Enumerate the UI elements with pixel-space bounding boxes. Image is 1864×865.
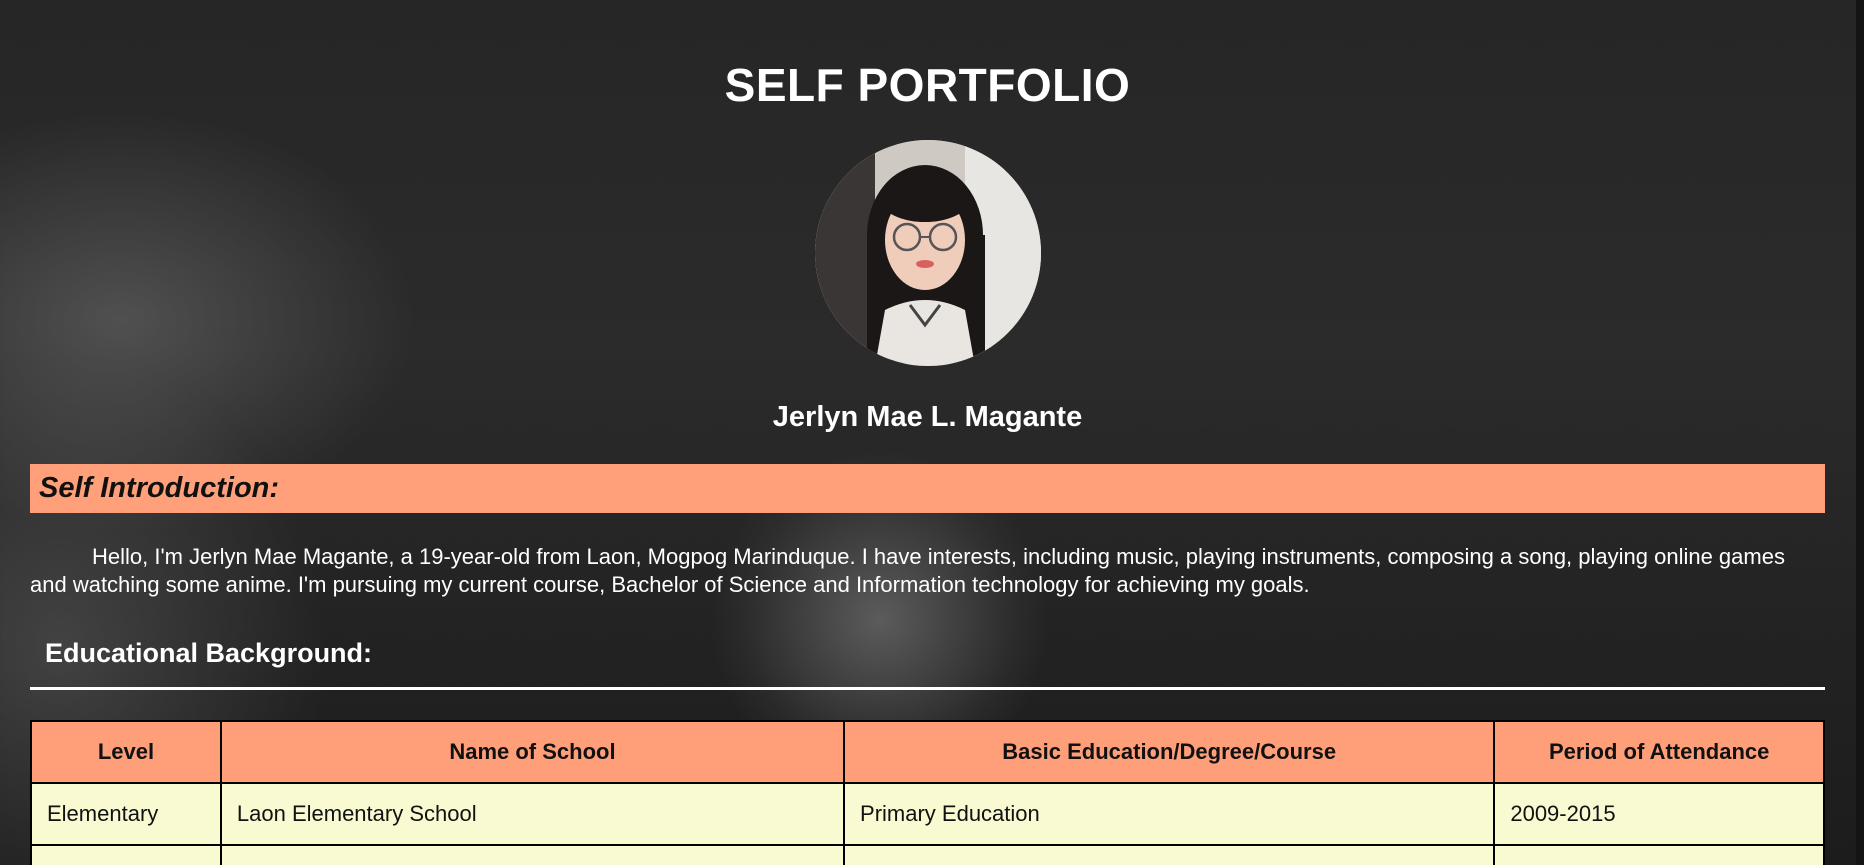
table-cell: 2009-2015: [1493, 782, 1825, 846]
table-row: Elementary Laon Elementary School Primar…: [30, 782, 1825, 846]
educational-background-heading: Educational Background:: [45, 638, 373, 668]
education-table: Level Name of School Basic Education/Deg…: [30, 720, 1825, 865]
table-row: [30, 844, 1825, 865]
table-cell: [843, 844, 1496, 865]
profile-photo: [814, 140, 1041, 366]
portfolio-page: SELF PORTFOLIO Jerlyn Mae L. Magante Sel…: [30, 0, 1825, 865]
table-header-row: Level Name of School Basic Education/Deg…: [30, 720, 1825, 784]
column-header-level: Level: [30, 720, 222, 784]
scrollbar[interactable]: [1856, 0, 1864, 865]
section-divider: [30, 687, 1825, 690]
table-cell: [219, 844, 846, 865]
table-cell: [1493, 844, 1825, 865]
table-cell: Elementary: [30, 782, 222, 846]
column-header-school: Name of School: [219, 720, 846, 784]
table-cell: Laon Elementary School: [219, 782, 846, 846]
self-introduction-heading: Self Introduction:: [30, 464, 1825, 513]
column-header-course: Basic Education/Degree/Course: [843, 720, 1496, 784]
self-introduction-text: Hello, I'm Jerlyn Mae Magante, a 19-year…: [30, 544, 1785, 597]
person-name: Jerlyn Mae L. Magante: [772, 401, 1083, 433]
page-title: SELF PORTFOLIO: [724, 59, 1131, 111]
column-header-period: Period of Attendance: [1493, 720, 1825, 784]
table-cell: Primary Education: [843, 782, 1496, 846]
table-cell: [30, 844, 222, 865]
